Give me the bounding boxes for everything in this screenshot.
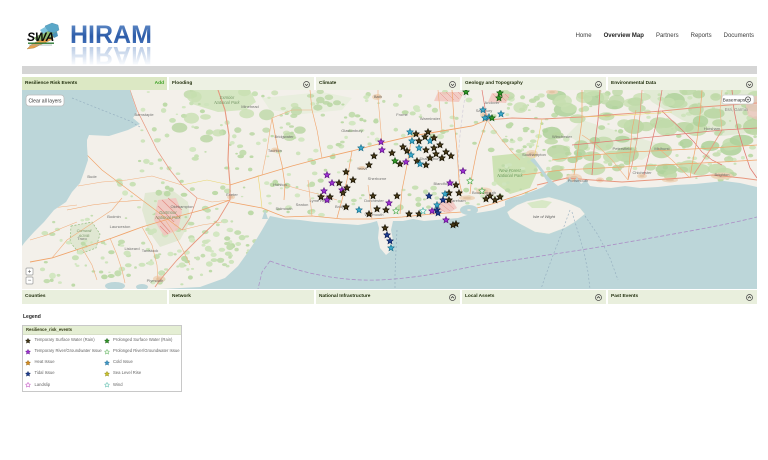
svg-text:Andover: Andover <box>485 100 501 105</box>
svg-text:Clear all layers: Clear all layers <box>28 99 62 105</box>
svg-text:Minehead: Minehead <box>241 104 259 109</box>
svg-text:Exeter: Exeter <box>226 192 238 197</box>
svg-text:National Park: National Park <box>497 173 523 178</box>
svg-text:Dorchester: Dorchester <box>364 198 384 203</box>
svg-text:+: + <box>28 270 32 276</box>
svg-text:Midhurst: Midhurst <box>654 146 670 151</box>
svg-text:Honiton: Honiton <box>273 182 287 187</box>
svg-text:Taunton: Taunton <box>268 148 282 153</box>
svg-text:Esri, Garmin: Esri, Garmin <box>725 107 749 112</box>
svg-text:Portsmouth: Portsmouth <box>568 178 588 183</box>
svg-text:Bodmin: Bodmin <box>107 214 121 219</box>
svg-text:−: − <box>28 278 32 284</box>
svg-text:Truro: Truro <box>77 236 87 241</box>
svg-text:National Park: National Park <box>155 215 181 220</box>
svg-text:National Park: National Park <box>214 100 240 105</box>
svg-text:Frome: Frome <box>396 112 408 117</box>
svg-text:Bath: Bath <box>374 94 382 99</box>
svg-text:Yeovil: Yeovil <box>357 166 368 171</box>
svg-text:Seaton: Seaton <box>296 202 309 207</box>
svg-text:Tavistock: Tavistock <box>142 248 158 253</box>
svg-text:Brighton: Brighton <box>715 172 730 177</box>
svg-text:Southampton: Southampton <box>522 152 546 157</box>
svg-text:Sherborne: Sherborne <box>368 176 387 181</box>
svg-text:Okehampton: Okehampton <box>171 204 194 209</box>
svg-text:Chichester: Chichester <box>632 170 652 175</box>
svg-text:SWA: SWA <box>27 30 54 44</box>
svg-text:Sidmouth: Sidmouth <box>276 206 293 211</box>
svg-text:Bude: Bude <box>87 174 97 179</box>
svg-text:Winchester: Winchester <box>552 134 573 139</box>
svg-text:Liskeard: Liskeard <box>124 246 139 251</box>
svg-text:Glastonbury: Glastonbury <box>341 128 363 133</box>
svg-text:Plymouth: Plymouth <box>147 278 164 283</box>
svg-text:Barnstaple: Barnstaple <box>134 112 154 117</box>
svg-text:Bridgwater: Bridgwater <box>274 134 294 139</box>
svg-text:Basemaps: Basemaps <box>723 98 746 104</box>
svg-text:Isle of Wight: Isle of Wight <box>533 214 556 219</box>
svg-text:Horsham: Horsham <box>704 126 721 131</box>
svg-text:Launceston: Launceston <box>110 224 131 229</box>
svg-text:Petersfield: Petersfield <box>613 146 632 151</box>
svg-text:Warminster: Warminster <box>420 116 441 121</box>
svg-text:Cornwall: Cornwall <box>77 229 92 233</box>
